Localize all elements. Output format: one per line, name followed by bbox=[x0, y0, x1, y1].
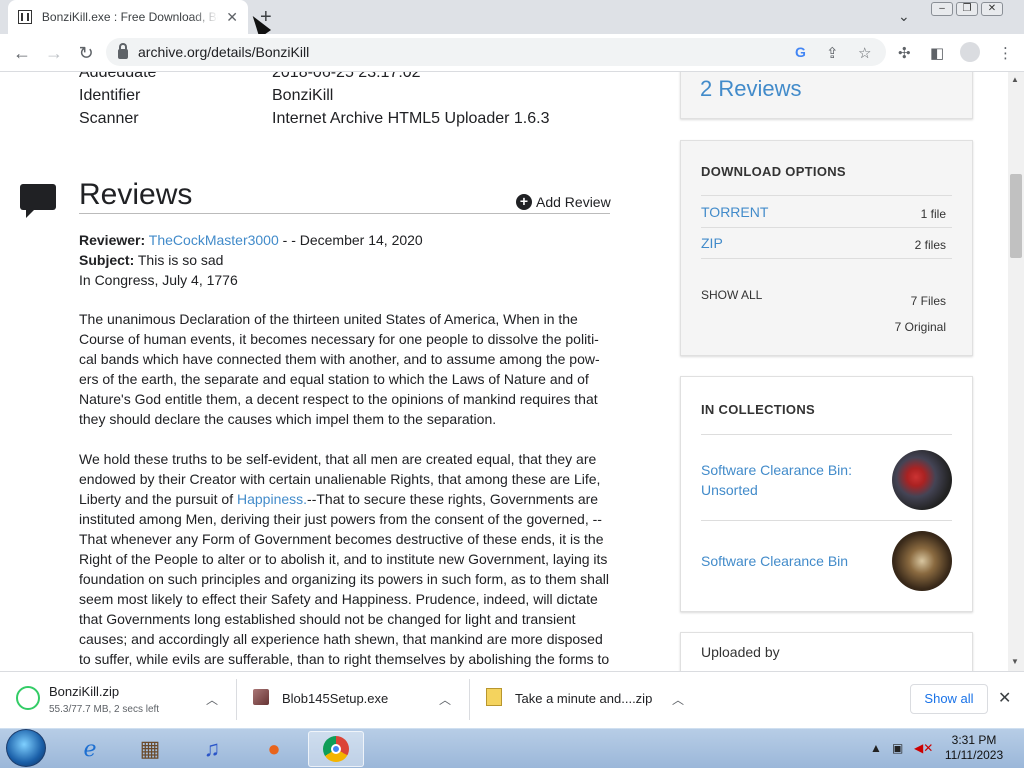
start-button[interactable] bbox=[6, 729, 46, 767]
chrome-logo bbox=[323, 736, 349, 762]
tab-close-icon[interactable]: ✕ bbox=[226, 9, 238, 26]
download-options-chevron-icon[interactable]: ︿ bbox=[439, 691, 451, 708]
volume-muted-icon[interactable]: ◀✕ bbox=[914, 741, 933, 755]
download-item-bonzikill[interactable]: BonziKill.zip 55.3/77.7 MB, 2 secs left … bbox=[0, 671, 236, 728]
scroll-up-arrow-icon[interactable]: ▲ bbox=[1011, 75, 1019, 84]
download-torrent-link[interactable]: TORRENT bbox=[701, 204, 768, 220]
address-bar[interactable]: archive.org/details/BonziKill bbox=[106, 38, 886, 66]
review-paragraph-2-text-b: --That to secure these rights, Governmen… bbox=[79, 491, 610, 667]
close-shelf-icon[interactable]: ✕ bbox=[998, 688, 1011, 708]
collection-thumbnail-software-clearance-bin[interactable] bbox=[892, 531, 952, 591]
exe-file-icon bbox=[253, 689, 269, 705]
uploaded-by-label: Uploaded by bbox=[701, 644, 780, 660]
metadata-key: Scanner bbox=[79, 110, 139, 127]
chrome-icon[interactable] bbox=[308, 731, 364, 767]
extensions-puzzle-icon[interactable]: ✣ bbox=[898, 44, 911, 62]
download-options-chevron-icon[interactable]: ︿ bbox=[672, 691, 684, 708]
reviews-divider bbox=[79, 213, 610, 214]
tray-expand-icon[interactable]: ▲ bbox=[870, 741, 882, 755]
download-item-blob145[interactable]: Blob145Setup.exe ︿ bbox=[237, 671, 469, 728]
metadata-key: Addeddate bbox=[79, 72, 157, 81]
forward-arrow-icon[interactable]: → bbox=[42, 41, 66, 65]
download-filename: Take a minute and....zip bbox=[515, 691, 653, 706]
reviewer-line: Reviewer: TheCockMaster3000 - - December… bbox=[79, 232, 423, 248]
window-controls: – ❐ ✕ bbox=[928, 2, 1003, 16]
bookmark-star-icon[interactable]: ☆ bbox=[858, 44, 871, 62]
metadata-value: Internet Archive HTML5 Uploader 1.6.3 bbox=[272, 110, 550, 127]
download-filename: Blob145Setup.exe bbox=[282, 691, 389, 706]
reviewer-link[interactable]: TheCockMaster3000 bbox=[149, 232, 279, 248]
profile-avatar[interactable] bbox=[960, 42, 980, 62]
zip-file-icon bbox=[486, 688, 502, 706]
back-arrow-icon[interactable]: ← bbox=[10, 41, 34, 65]
reviews-chat-icon bbox=[20, 184, 56, 218]
download-zip-link[interactable]: ZIP bbox=[701, 235, 723, 251]
tab-search-chevron-icon[interactable]: ⌄ bbox=[898, 8, 910, 25]
zip-file-count: 2 files bbox=[914, 238, 946, 252]
download-divider bbox=[701, 227, 952, 228]
subject-label: Subject: bbox=[79, 252, 135, 268]
internet-explorer-icon[interactable]: ℯ bbox=[62, 731, 118, 767]
subject-text: This is so sad bbox=[134, 252, 224, 268]
maximize-button[interactable]: ❐ bbox=[956, 2, 978, 16]
metadata-value: 2018-06-25 23:17:02 bbox=[272, 72, 421, 81]
vertical-scrollbar[interactable] bbox=[1008, 72, 1024, 671]
collections-divider bbox=[701, 434, 952, 435]
add-review-button[interactable]: + Add Review bbox=[516, 194, 611, 210]
files-original[interactable]: 7 Original bbox=[895, 320, 946, 334]
download-divider bbox=[701, 258, 952, 259]
subject-line: Subject: This is so sad bbox=[79, 252, 223, 268]
menu-kebab-icon[interactable]: ⋮ bbox=[998, 44, 1013, 62]
lock-icon bbox=[118, 43, 128, 59]
show-all-downloads-button[interactable]: Show all bbox=[910, 684, 988, 714]
scrollbar-thumb[interactable] bbox=[1010, 174, 1022, 258]
tab-title: BonziKill.exe : Free Download, Bo bbox=[41, 10, 219, 24]
collection-link-software-clearance-bin[interactable]: Software Clearance Bin bbox=[701, 551, 881, 571]
archive-favicon-icon bbox=[18, 10, 32, 24]
download-divider bbox=[701, 195, 952, 196]
reload-icon[interactable]: ↻ bbox=[74, 41, 98, 65]
google-icon[interactable]: G bbox=[795, 44, 806, 60]
torrent-file-count: 1 file bbox=[920, 207, 946, 221]
collections-title: IN COLLECTIONS bbox=[701, 402, 815, 417]
page-content: Addeddate 2018-06-25 23:17:02 Identifier… bbox=[0, 72, 1008, 671]
review-paragraph-2: We hold these truths to be self-evident,… bbox=[79, 449, 611, 669]
side-panel-icon[interactable]: ◧ bbox=[930, 44, 944, 62]
browser-tab[interactable]: BonziKill.exe : Free Download, Bo ✕ bbox=[8, 0, 248, 34]
firefox-icon[interactable]: ● bbox=[246, 731, 302, 767]
download-options-chevron-icon[interactable]: ︿ bbox=[206, 691, 218, 708]
minimize-button[interactable]: – bbox=[931, 2, 953, 16]
add-review-label: Add Review bbox=[536, 194, 611, 210]
close-window-button[interactable]: ✕ bbox=[981, 2, 1003, 16]
reviews-heading: Reviews bbox=[79, 178, 193, 211]
clock-date: 11/11/2023 bbox=[944, 748, 1004, 762]
taskbar-clock[interactable]: 3:31 PM 11/11/2023 bbox=[944, 733, 1004, 763]
review-paragraph-1: The unanimous Declaration of the thirtee… bbox=[79, 311, 600, 427]
review-first-line: In Congress, July 4, 1776 bbox=[79, 272, 238, 288]
show-all-link[interactable]: SHOW ALL bbox=[701, 288, 762, 302]
metadata-key: Identifier bbox=[79, 87, 141, 104]
download-status: 55.3/77.7 MB, 2 secs left bbox=[49, 704, 160, 715]
reviews-count-link[interactable]: 2 Reviews bbox=[700, 76, 801, 102]
download-progress-icon bbox=[16, 686, 40, 710]
files-total[interactable]: 7 Files bbox=[911, 294, 946, 308]
download-item-take-a-minute[interactable]: Take a minute and....zip ︿ bbox=[470, 671, 702, 728]
collection-link-unsorted[interactable]: Software Clearance Bin: Unsorted bbox=[701, 460, 881, 500]
scroll-down-arrow-icon[interactable]: ▼ bbox=[1011, 657, 1019, 666]
review-date: - - December 14, 2020 bbox=[278, 232, 423, 248]
url-text: archive.org/details/BonziKill bbox=[138, 44, 310, 60]
happiness-link[interactable]: Happiness. bbox=[237, 491, 307, 507]
collection-thumbnail-unsorted[interactable] bbox=[892, 450, 952, 510]
collections-divider bbox=[701, 520, 952, 521]
share-icon[interactable]: ⇪ bbox=[826, 44, 839, 62]
network-icon[interactable]: ▣ bbox=[892, 741, 903, 755]
clock-time: 3:31 PM bbox=[951, 733, 997, 747]
add-circle-icon: + bbox=[516, 194, 532, 210]
download-options-title: DOWNLOAD OPTIONS bbox=[701, 164, 846, 179]
archive-manager-icon[interactable]: ▦ bbox=[122, 731, 178, 767]
metadata-value: BonziKill bbox=[272, 87, 334, 104]
media-player-icon[interactable]: ♫ bbox=[184, 731, 240, 767]
reviewer-label: Reviewer: bbox=[79, 232, 146, 248]
download-filename: BonziKill.zip bbox=[49, 684, 120, 699]
